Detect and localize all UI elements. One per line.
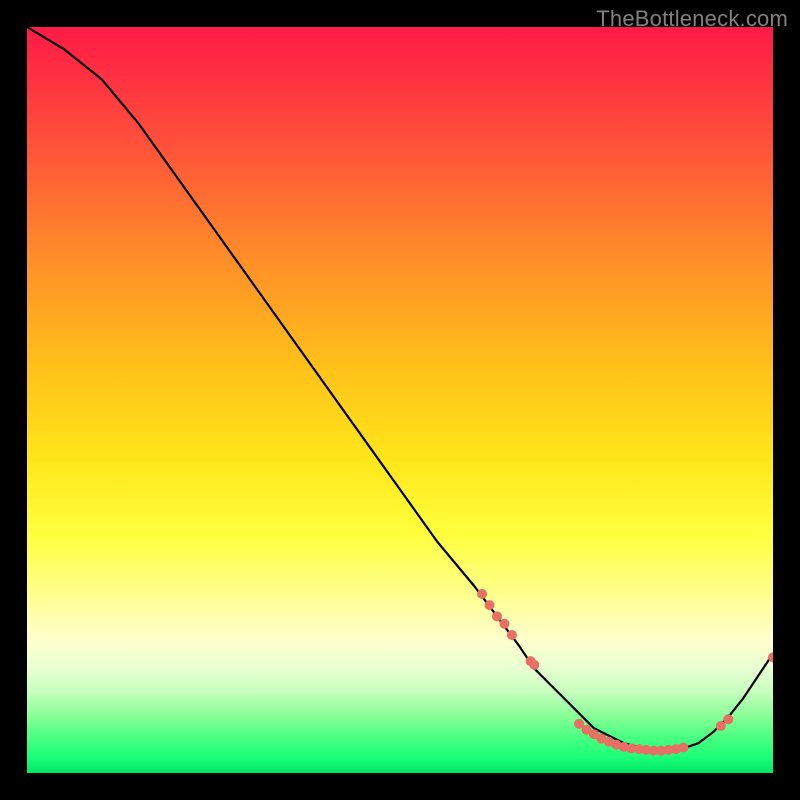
marker-point (626, 743, 636, 753)
marker-point (768, 652, 773, 662)
marker-point (664, 745, 674, 755)
marker-point (507, 630, 517, 640)
marker-point (634, 744, 644, 754)
marker-point (589, 729, 599, 739)
marker-point (477, 589, 487, 599)
marker-point (529, 660, 539, 670)
marker-point (611, 740, 621, 750)
marker-point (492, 611, 502, 621)
marker-point (604, 737, 614, 747)
chart-svg (27, 27, 773, 773)
watermark-text: TheBottleneck.com (596, 6, 788, 32)
plot-area (27, 27, 773, 773)
marker-point (619, 742, 629, 752)
curve-line (27, 27, 773, 751)
marker-point (671, 744, 681, 754)
chart-frame: TheBottleneck.com (0, 0, 800, 800)
marker-point (526, 656, 536, 666)
marker-point (723, 714, 733, 724)
marker-point (485, 600, 495, 610)
marker-point (574, 719, 584, 729)
marker-point (596, 734, 606, 744)
marker-point (716, 721, 726, 731)
marker-point (649, 746, 659, 756)
marker-point (499, 619, 509, 629)
marker-point (678, 743, 688, 753)
marker-point (641, 745, 651, 755)
marker-point (582, 725, 592, 735)
marker-point (656, 746, 666, 756)
